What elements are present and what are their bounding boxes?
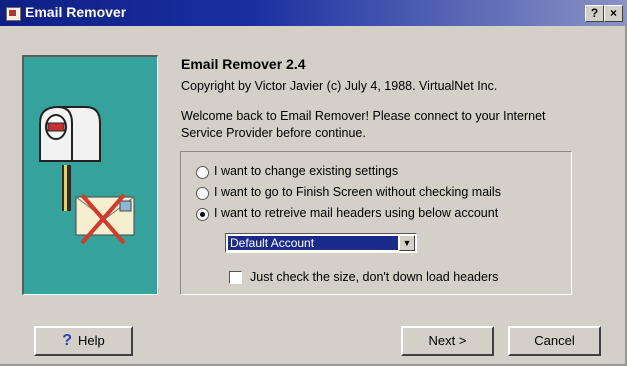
radio-label-retrieve-headers[interactable]: I want to retreive mail headers using be… (214, 206, 498, 220)
cancel-button-label: Cancel (534, 333, 575, 348)
help-title-button[interactable]: ? (585, 5, 604, 22)
help-question-icon: ? (62, 332, 73, 349)
mailbox-illustration (22, 55, 158, 295)
radio-label-change-settings[interactable]: I want to change existing settings (214, 164, 398, 178)
mailbox-icon (39, 106, 135, 245)
copyright-text: Copyright by Victor Javier (c) July 4, 1… (181, 79, 498, 93)
radio-finish-screen[interactable] (196, 187, 209, 200)
help-button[interactable]: ? Help (34, 326, 133, 356)
cancel-button[interactable]: Cancel (508, 326, 601, 356)
welcome-message: Welcome back to Email Remover! Please co… (181, 109, 546, 140)
check-size-checkbox[interactable] (229, 271, 242, 284)
app-name: Email Remover 2.4 (181, 56, 306, 72)
radio-retrieve-headers[interactable] (196, 208, 209, 221)
email-remover-dialog: Email Remover ? × Email Remover 2.4 Copy… (0, 0, 627, 366)
window-title: Email Remover (25, 4, 127, 20)
account-select[interactable]: Default Account ▼ (225, 233, 417, 253)
radio-label-finish-screen[interactable]: I want to go to Finish Screen without ch… (214, 185, 501, 199)
next-button-label: Next > (428, 333, 467, 348)
title-bar[interactable]: Email Remover ? × (0, 0, 627, 26)
next-button[interactable]: Next > (401, 326, 494, 356)
radio-change-settings[interactable] (196, 166, 209, 179)
close-button[interactable]: × (604, 5, 623, 22)
dropdown-arrow-icon[interactable]: ▼ (399, 235, 415, 251)
check-size-label[interactable]: Just check the size, don't down load hea… (250, 270, 498, 284)
app-icon (6, 7, 21, 21)
account-select-value: Default Account (228, 236, 398, 250)
help-button-label: Help (78, 333, 105, 348)
